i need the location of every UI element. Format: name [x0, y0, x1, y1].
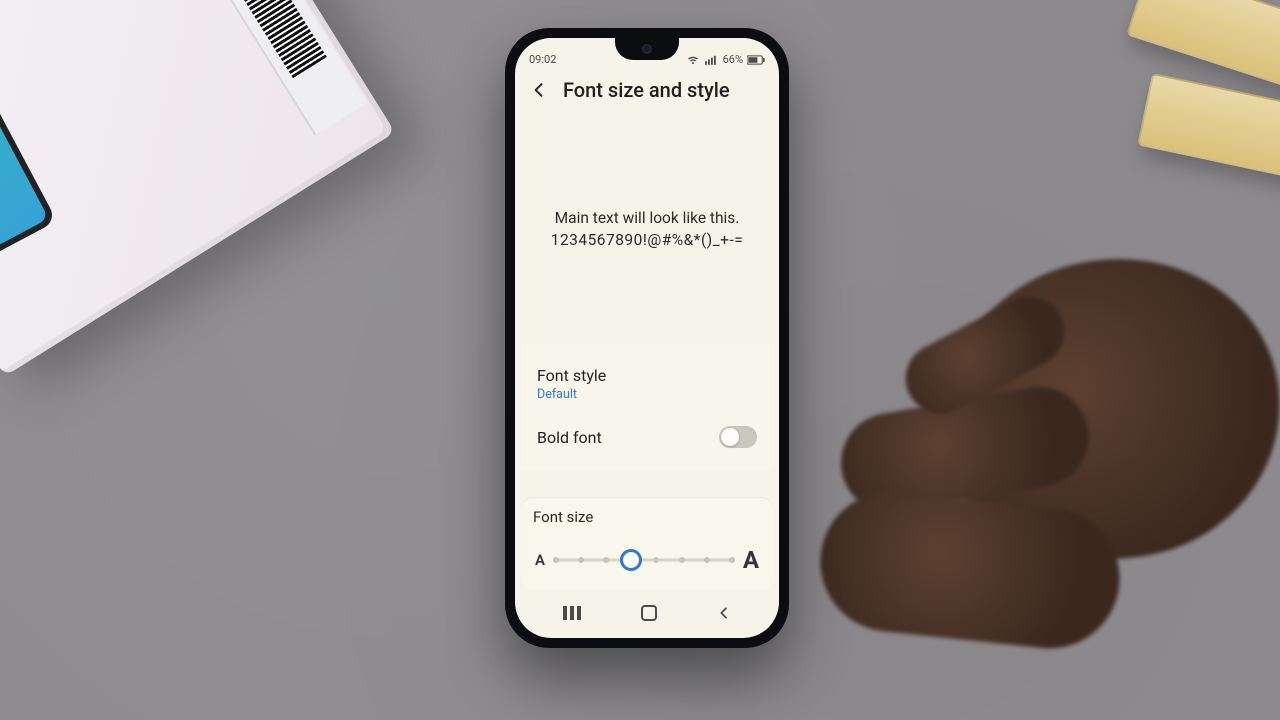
slider-track[interactable] — [553, 549, 735, 571]
font-preview: Main text will look like this. 123456789… — [515, 114, 779, 344]
slider-thumb[interactable] — [620, 549, 642, 571]
status-battery-text: 66% — [723, 53, 743, 66]
nav-bar — [515, 590, 779, 638]
notch — [615, 38, 679, 60]
recents-icon — [562, 605, 582, 621]
font-size-slider[interactable]: A A — [533, 540, 761, 574]
page-title: Font size and style — [563, 78, 730, 102]
font-style-row[interactable]: Font style Default — [533, 354, 761, 414]
font-size-min-indicator: A — [535, 551, 545, 569]
status-time: 09:02 — [529, 53, 556, 66]
nav-back-button[interactable] — [700, 597, 748, 629]
settings-section: Font style Default Bold font — [521, 344, 773, 470]
phone-screen: 09:02 66% — [515, 38, 779, 638]
wifi-icon — [687, 55, 699, 65]
font-size-card: Font size A A — [521, 498, 773, 590]
product-box-title: Galaxy A06 — [0, 0, 48, 7]
home-button[interactable] — [624, 596, 674, 630]
bold-font-row[interactable]: Bold font — [533, 414, 761, 460]
chevron-left-icon — [529, 80, 549, 100]
recents-button[interactable] — [546, 597, 598, 629]
bold-font-toggle[interactable] — [719, 426, 757, 448]
phone-frame: 09:02 66% — [505, 28, 789, 648]
preview-line-1: Main text will look like this. — [555, 209, 740, 227]
back-button[interactable] — [527, 78, 551, 102]
font-style-label: Font style — [537, 366, 606, 385]
bold-font-label: Bold font — [537, 428, 602, 447]
preview-line-2: 1234567890!@#%&*()_+-= — [551, 231, 744, 249]
chevron-left-icon — [716, 605, 732, 621]
signal-icon — [705, 55, 717, 65]
header: Font size and style — [515, 68, 779, 114]
font-size-label: Font size — [533, 508, 761, 526]
font-style-value: Default — [537, 387, 606, 402]
box-phone-art — [0, 27, 57, 278]
battery-icon — [747, 55, 765, 65]
home-icon — [640, 604, 658, 622]
font-size-max-indicator: A — [743, 546, 759, 574]
